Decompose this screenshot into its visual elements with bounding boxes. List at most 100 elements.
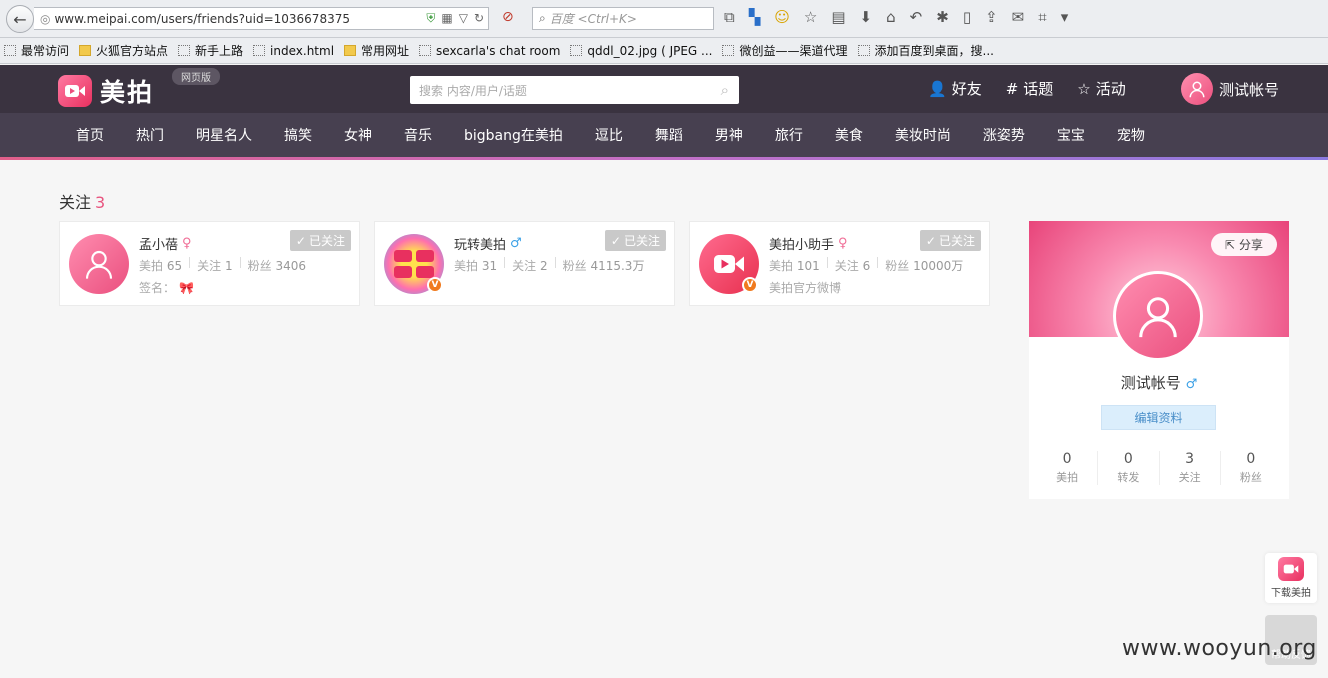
stat-label: 转发: [1117, 471, 1140, 484]
profile-avatar[interactable]: [1113, 271, 1203, 361]
crop-icon[interactable]: ⌗: [1038, 8, 1046, 26]
screenshot-icon[interactable]: ⧉: [724, 8, 735, 26]
category-tab[interactable]: 美妆时尚: [879, 125, 967, 145]
category-tab[interactable]: 宠物: [1101, 125, 1161, 145]
fans-label: 粉丝: [562, 259, 587, 273]
category-tab[interactable]: 搞笑: [268, 125, 328, 145]
bookmark-item[interactable]: 火狐官方站点: [79, 42, 168, 59]
category-tab[interactable]: 明星名人: [180, 125, 268, 145]
profile-stat[interactable]: 0 美拍: [1037, 451, 1097, 485]
user-card[interactable]: 孟小蓓 ♀ 美拍 65 关注 1 粉丝 3406 签名： 🎀 ✓ 已关注: [59, 221, 360, 306]
category-tab[interactable]: 音乐: [388, 125, 448, 145]
female-icon: ♀: [182, 236, 192, 251]
bookmark-item[interactable]: 微创益——渠道代理: [722, 42, 848, 59]
browser-search-placeholder: 百度 <Ctrl+K>: [549, 12, 637, 26]
dropdown-icon[interactable]: ▽: [459, 11, 468, 26]
edit-profile-button[interactable]: 编辑资料: [1101, 405, 1216, 430]
clipboard-icon[interactable]: ▤: [831, 8, 845, 26]
bookmark-item[interactable]: sexcarla's chat room: [419, 44, 560, 58]
category-tab[interactable]: 美食: [819, 125, 879, 145]
devices-icon[interactable]: ▯: [963, 8, 971, 26]
qr-icon[interactable]: ▦: [441, 11, 452, 26]
category-tab[interactable]: 舞蹈: [639, 125, 699, 145]
block-icon[interactable]: ⊘: [502, 9, 514, 25]
bug-icon[interactable]: ✱: [936, 8, 949, 26]
apps-icon[interactable]: ▚: [749, 8, 761, 26]
username: 测试帐号: [1219, 80, 1280, 99]
followed-button[interactable]: ✓ 已关注: [919, 230, 981, 251]
following-count: 1: [224, 259, 233, 273]
nav-topics[interactable]: # 话题: [1006, 78, 1054, 99]
bookmarks-bar: 最常访问 火狐官方站点 新手上路 index.html 常用网址 sexcarla's c…: [0, 38, 1328, 64]
bookmark-item[interactable]: 添加百度到桌面，搜...: [857, 42, 994, 59]
male-icon: ♂: [1185, 377, 1198, 392]
site-search-placeholder: 搜索 内容/用户/话题: [419, 83, 527, 98]
bookmark-item[interactable]: index.html: [253, 44, 334, 58]
category-tab[interactable]: 男神: [699, 125, 759, 145]
category-tab[interactable]: 逗比: [579, 125, 639, 145]
share-out-icon[interactable]: ⇪: [985, 8, 998, 26]
back-button[interactable]: ←: [6, 5, 34, 33]
category-tab[interactable]: 涨姿势: [967, 125, 1041, 145]
bookmark-star-icon[interactable]: ☆: [804, 8, 817, 26]
undo-icon[interactable]: ↶: [910, 8, 923, 26]
bookmark-label: 微创益——渠道代理: [739, 44, 848, 58]
user-menu[interactable]: 测试帐号: [1181, 73, 1279, 105]
stat-value: 3: [1185, 451, 1195, 467]
search-icon[interactable]: ⌕: [721, 81, 729, 99]
category-tab[interactable]: 宝宝: [1041, 125, 1101, 145]
user-stats: 美拍 31 关注 2 粉丝 4115.3万: [454, 257, 644, 274]
avatar[interactable]: [69, 234, 129, 294]
nav-events[interactable]: ☆ 活动: [1077, 78, 1125, 99]
category-tab[interactable]: bigbang在美拍: [448, 125, 579, 145]
reload-icon[interactable]: ↻: [474, 11, 484, 26]
bookmark-item[interactable]: 常用网址: [344, 42, 409, 59]
download-icon[interactable]: ⬇: [860, 8, 873, 26]
nav-friends[interactable]: 👤 好友: [928, 78, 982, 99]
check-icon: ✓: [610, 233, 621, 248]
bookmark-item[interactable]: 新手上路: [178, 42, 243, 59]
folder-icon: [344, 45, 357, 56]
check-icon: ✓: [925, 233, 936, 248]
page-icon: [253, 45, 266, 56]
bookmark-label: 常用网址: [361, 44, 410, 58]
category-tab[interactable]: 旅行: [759, 125, 819, 145]
friends-icon: 👤: [928, 79, 947, 98]
home-icon[interactable]: ⌂: [886, 8, 896, 26]
user-name[interactable]: 美拍小助手 ♀: [769, 234, 848, 253]
user-name[interactable]: 孟小蓓 ♀: [139, 234, 192, 253]
user-name-text: 美拍小助手: [769, 238, 835, 253]
share-button[interactable]: ⇱ 分享: [1210, 233, 1277, 256]
user-card[interactable]: V 美拍小助手 ♀ 美拍 101 关注 6 粉丝 10000万 美拍官方微博 ✓ 已关注: [689, 221, 990, 306]
stat-label: 关注: [1178, 471, 1201, 484]
shield-icon[interactable]: ⛨: [426, 11, 435, 26]
followed-button[interactable]: ✓ 已关注: [604, 230, 666, 251]
star-icon: ☆: [1077, 79, 1091, 98]
bookmark-item[interactable]: 最常访问: [4, 42, 69, 59]
category-tab[interactable]: 首页: [60, 125, 120, 145]
user-card[interactable]: V 玩转美拍 ♂ 美拍 31 关注 2 粉丝 4115.3万 ✓ 已关注: [374, 221, 675, 306]
bookmark-item[interactable]: qddl_02.jpg ( JPEG ...: [570, 44, 712, 58]
download-app-button[interactable]: 下载美拍: [1265, 553, 1317, 603]
user-name[interactable]: 玩转美拍 ♂: [454, 234, 522, 253]
emoji-icon[interactable]: ☺: [774, 8, 790, 26]
category-tab[interactable]: 女神: [328, 125, 388, 145]
browser-search-input[interactable]: ⌕ 百度 <Ctrl+K>: [532, 7, 714, 30]
following-label: 关注: [834, 259, 859, 273]
menu-chevron-icon[interactable]: ▾: [1061, 8, 1069, 26]
chat-icon[interactable]: ✉: [1012, 8, 1025, 26]
fans-count: 4115.3万: [590, 259, 645, 273]
following-label: 关注: [512, 259, 537, 273]
followed-button[interactable]: ✓ 已关注: [289, 230, 351, 251]
verified-icon: V: [427, 277, 443, 293]
category-tab[interactable]: 热门: [120, 125, 180, 145]
site-search-input[interactable]: 搜索 内容/用户/话题 ⌕: [410, 76, 739, 104]
address-bar[interactable]: ◎ www.meipai.com/users/friends?uid=10366…: [34, 7, 489, 30]
user-stats: 美拍 101 关注 6 粉丝 10000万: [769, 257, 963, 274]
stat-value: 0: [1062, 451, 1072, 467]
profile-stat[interactable]: 3 关注: [1158, 451, 1220, 485]
follow-count: 3: [95, 193, 106, 212]
site-logo[interactable]: 美拍: [58, 73, 154, 109]
profile-stat[interactable]: 0 粉丝: [1219, 451, 1281, 485]
profile-stat[interactable]: 0 转发: [1097, 451, 1158, 485]
